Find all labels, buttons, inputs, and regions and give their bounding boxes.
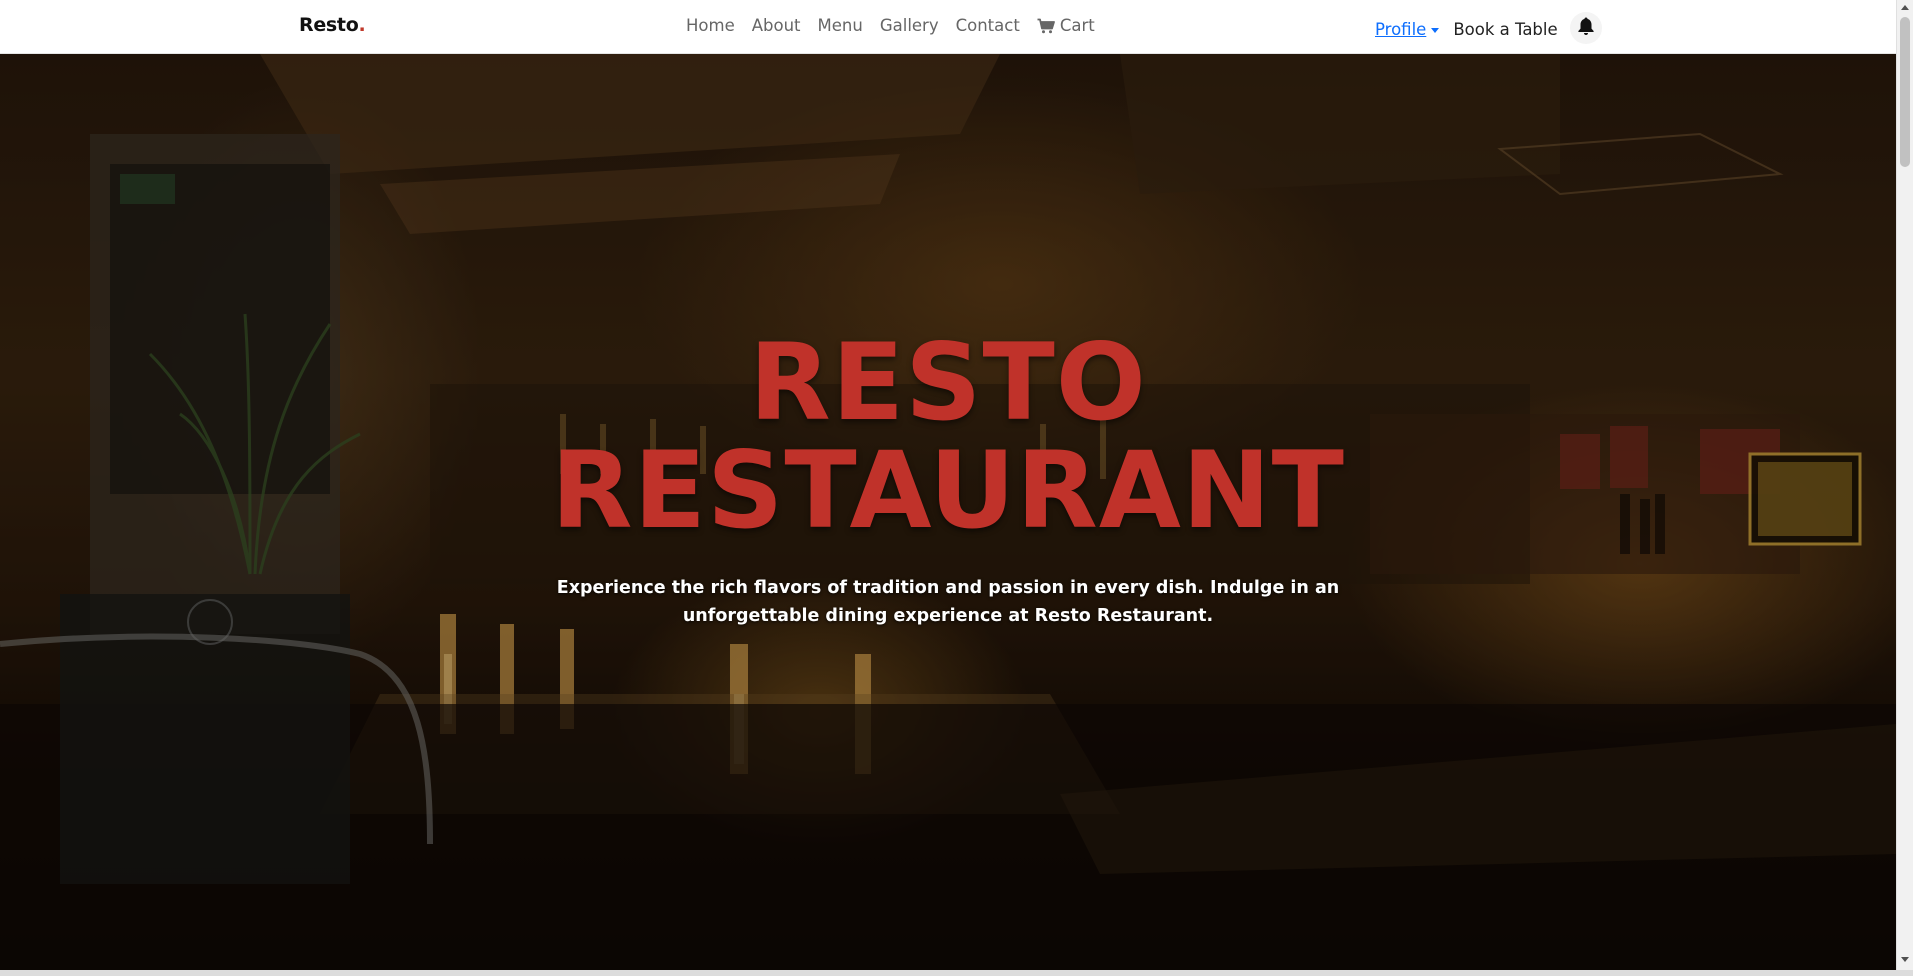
hero-title-line1: RESTO: [749, 321, 1147, 444]
cart-label: Cart: [1059, 16, 1095, 35]
scroll-thumb[interactable]: [1900, 17, 1910, 167]
brand-dot: .: [358, 14, 366, 36]
nav-menu[interactable]: Menu: [818, 16, 863, 35]
hero-title-line2: RESTAURANT: [551, 429, 1345, 552]
scroll-down-arrow-icon[interactable]: [1901, 957, 1909, 962]
profile-dropdown[interactable]: Profile: [1375, 19, 1440, 39]
brand-name: Resto: [299, 14, 359, 36]
book-table-link[interactable]: Book a Table: [1453, 20, 1557, 39]
nav-contact[interactable]: Contact: [956, 16, 1020, 35]
hero-subtitle: Experience the rich flavors of tradition…: [556, 578, 1340, 626]
nav-right: Profile Book a Table: [1375, 12, 1602, 44]
cart-icon: [1037, 18, 1055, 34]
vertical-scrollbar[interactable]: [1896, 0, 1913, 970]
scroll-up-arrow-icon[interactable]: [1901, 5, 1909, 10]
chevron-down-icon: [1431, 27, 1440, 33]
top-navbar: Resto. Home About Menu Gallery Contact C…: [0, 0, 1896, 54]
notification-button[interactable]: [1569, 12, 1602, 44]
nav-home[interactable]: Home: [686, 16, 735, 35]
profile-label: Profile: [1375, 19, 1427, 39]
bottom-edge-bar: [0, 970, 1913, 976]
brand-logo[interactable]: Resto.: [299, 14, 366, 36]
hero-section: RESTO RESTAURANT Experience the rich fla…: [0, 54, 1896, 970]
nav-cart[interactable]: Cart: [1037, 16, 1095, 35]
nav-gallery[interactable]: Gallery: [880, 16, 939, 35]
nav-about[interactable]: About: [752, 16, 801, 35]
main-nav: Home About Menu Gallery Contact Cart: [686, 16, 1095, 35]
bell-icon: [1577, 16, 1595, 40]
